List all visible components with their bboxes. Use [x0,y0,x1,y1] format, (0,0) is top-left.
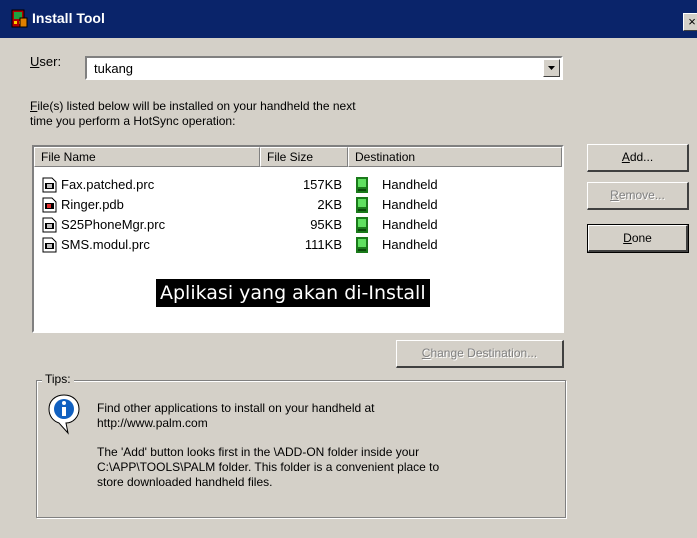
handheld-icon [356,237,368,253]
pdb-file-icon [42,197,57,213]
file-destination: Handheld [382,177,438,192]
file-destination: Handheld [382,197,438,212]
file-size: 2KB [317,197,342,212]
file-destination: Handheld [382,237,438,252]
tips-label: Tips: [42,372,74,386]
handheld-icon [356,217,368,233]
file-name: Fax.patched.prc [61,177,155,192]
user-label: User: [30,54,62,69]
user-select-value: tukang [94,61,134,76]
close-button[interactable]: × [683,13,697,31]
file-name: SMS.modul.prc [61,237,150,252]
column-header-file-size[interactable]: File Size [260,147,348,167]
prc-file-icon [42,217,57,233]
file-name: S25PhoneMgr.prc [61,217,166,232]
chevron-down-icon [548,66,555,70]
file-size: 157KB [302,177,342,192]
column-header-destination[interactable]: Destination [348,147,562,167]
file-row[interactable]: Fax.patched.prc 157KB Handheld [34,175,562,195]
column-header-file-name[interactable]: File Name [34,147,260,167]
prc-file-icon [42,177,57,193]
info-icon [48,394,80,435]
tips-text: Find other applications to install on yo… [97,401,440,489]
file-size: 95KB [310,217,342,232]
install-description: File(s) listed below will be installed o… [30,99,356,128]
overlay-caption: Aplikasi yang akan di-Install [156,279,430,307]
install-tool-icon [11,9,28,28]
file-row[interactable]: Ringer.pdb 2KB Handheld [34,195,562,215]
window-title: Install Tool [32,10,105,26]
file-list[interactable]: File Name File Size Destination Fax.patc… [32,145,564,333]
file-name: Ringer.pdb [61,197,124,212]
handheld-icon [356,197,368,213]
remove-button[interactable]: Remove... [587,182,689,210]
change-destination-button[interactable]: Change Destination... [396,340,564,368]
done-button[interactable]: Done [587,224,689,253]
file-row[interactable]: SMS.modul.prc 111KB Handheld [34,235,562,255]
add-button[interactable]: Add... [587,144,689,172]
handheld-icon [356,177,368,193]
dropdown-button[interactable] [543,59,560,77]
file-destination: Handheld [382,217,438,232]
prc-file-icon [42,237,57,253]
file-size: 111KB [304,237,342,252]
file-row[interactable]: S25PhoneMgr.prc 95KB Handheld [34,215,562,235]
user-select[interactable]: tukang [85,56,563,80]
